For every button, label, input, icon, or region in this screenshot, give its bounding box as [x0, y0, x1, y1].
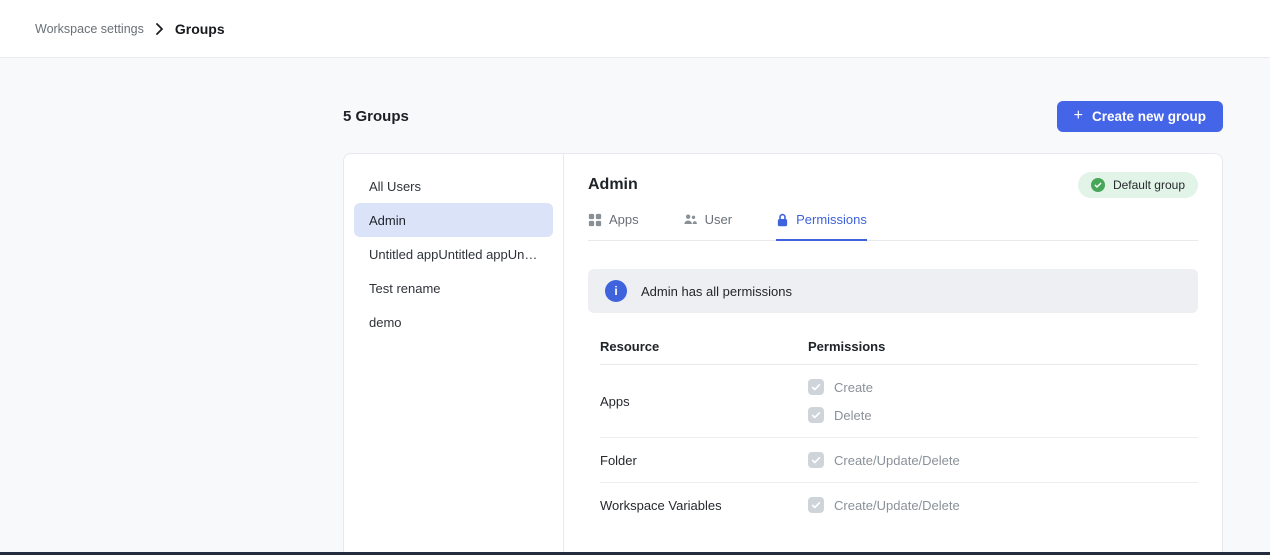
- group-list-item-admin[interactable]: Admin: [354, 203, 553, 237]
- apps-grid-icon: [588, 213, 602, 227]
- create-new-group-button[interactable]: + Create new group: [1057, 101, 1223, 132]
- group-list-item-untitled-app[interactable]: Untitled appUntitled appUntitle…: [354, 237, 553, 271]
- group-title: Admin: [588, 176, 638, 194]
- breadcrumb-current-groups: Groups: [175, 21, 225, 37]
- tab-apps-label: Apps: [609, 212, 639, 227]
- table-row-apps: Apps Create: [600, 365, 1198, 438]
- groups-toolbar: 5 Groups + Create new group: [343, 101, 1223, 132]
- tab-permissions-label: Permissions: [796, 212, 867, 227]
- chevron-right-icon: [155, 23, 164, 35]
- checkbox-checked-icon: [808, 452, 824, 468]
- permissions-cell: Create Delete: [808, 379, 1198, 423]
- tab-user-label: User: [705, 212, 732, 227]
- table-header-row: Resource Permissions: [600, 329, 1198, 365]
- groups-count-label: 5 Groups: [343, 108, 409, 125]
- checkbox-apps-create[interactable]: Create: [808, 379, 1198, 395]
- group-list-item-demo[interactable]: demo: [354, 305, 553, 339]
- default-group-badge-label: Default group: [1113, 178, 1185, 192]
- checkbox-workspace-variables-cud[interactable]: Create/Update/Delete: [808, 497, 1198, 513]
- breadcrumb-workspace-settings[interactable]: Workspace settings: [35, 22, 144, 36]
- groups-card: All Users Admin Untitled appUntitled app…: [343, 153, 1223, 555]
- tab-user[interactable]: User: [683, 212, 732, 241]
- checkbox-checked-icon: [808, 407, 824, 423]
- checkbox-checked-icon: [808, 497, 824, 513]
- group-detail-panel: Admin Default group Apps: [564, 154, 1222, 555]
- group-list-item-label: Admin: [369, 213, 406, 228]
- users-icon: [683, 212, 698, 227]
- group-detail-header: Admin Default group: [588, 172, 1198, 198]
- workspace-groups-page: Workspace settings Groups 5 Groups + Cre…: [0, 0, 1270, 555]
- resource-label: Workspace Variables: [600, 498, 808, 513]
- group-list: All Users Admin Untitled appUntitled app…: [344, 154, 564, 555]
- checkbox-checked-icon: [808, 379, 824, 395]
- breadcrumb: Workspace settings Groups: [35, 21, 225, 37]
- info-banner-text: Admin has all permissions: [641, 284, 792, 299]
- lock-icon: [776, 213, 789, 227]
- tab-permissions[interactable]: Permissions: [776, 212, 867, 241]
- checkbox-label: Create/Update/Delete: [834, 453, 960, 468]
- group-list-item-label: All Users: [369, 179, 421, 194]
- group-list-item-all-users[interactable]: All Users: [354, 169, 553, 203]
- permissions-cell: Create/Update/Delete: [808, 497, 1198, 513]
- permissions-cell: Create/Update/Delete: [808, 452, 1198, 468]
- permissions-table: Resource Permissions Apps Create: [588, 329, 1198, 527]
- tab-bar: Apps User Permissions: [588, 212, 1198, 241]
- create-new-group-button-label: Create new group: [1092, 109, 1206, 124]
- checkbox-label: Create: [834, 380, 873, 395]
- group-list-item-label: demo: [369, 315, 402, 330]
- resource-label: Apps: [600, 394, 808, 409]
- info-banner: i Admin has all permissions: [588, 269, 1198, 313]
- plus-icon: +: [1074, 108, 1083, 124]
- column-header-resource: Resource: [600, 339, 808, 354]
- column-header-permissions: Permissions: [808, 339, 1198, 354]
- resource-label: Folder: [600, 453, 808, 468]
- group-list-item-label: Untitled appUntitled appUntitle…: [369, 247, 538, 262]
- checkbox-label: Delete: [834, 408, 872, 423]
- main-content: 5 Groups + Create new group All Users Ad…: [343, 101, 1223, 555]
- group-list-item-test-rename[interactable]: Test rename: [354, 271, 553, 305]
- top-header: Workspace settings Groups: [0, 0, 1270, 58]
- checkbox-apps-delete[interactable]: Delete: [808, 407, 1198, 423]
- check-circle-icon: [1091, 178, 1105, 192]
- table-row-workspace-variables: Workspace Variables Create/Update/Delete: [600, 483, 1198, 527]
- checkbox-folder-cud[interactable]: Create/Update/Delete: [808, 452, 1198, 468]
- tab-apps[interactable]: Apps: [588, 212, 639, 241]
- table-row-folder: Folder Create/Update/Delete: [600, 438, 1198, 483]
- checkbox-label: Create/Update/Delete: [834, 498, 960, 513]
- info-icon: i: [605, 280, 627, 302]
- group-list-item-label: Test rename: [369, 281, 441, 296]
- default-group-badge: Default group: [1078, 172, 1198, 198]
